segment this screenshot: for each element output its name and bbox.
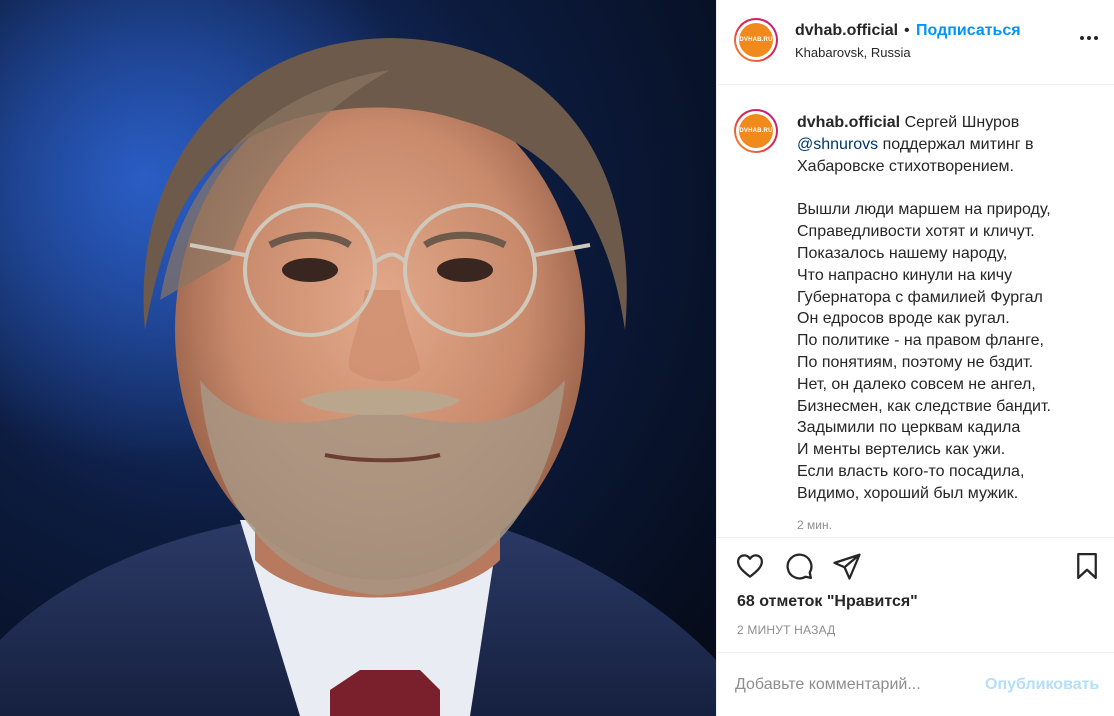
bookmark-icon[interactable] <box>1072 551 1102 581</box>
poem-line: Справедливости хотят и кличут. <box>797 223 1035 241</box>
poem-line: По политике - на правом фланге, <box>797 332 1044 350</box>
comment-input[interactable] <box>735 672 975 698</box>
post-date[interactable]: 2 МИНУТ НАЗАД <box>737 623 836 637</box>
poem-line: Видимо, хороший был мужик. <box>797 484 1019 502</box>
caption-intro: dvhab.official Сергей Шнуров @shnurovs п… <box>797 112 1097 177</box>
poem-line: Бизнесмен, как следствие бандит. <box>797 397 1051 415</box>
share-icon[interactable] <box>832 551 862 581</box>
follow-button[interactable]: Подписаться <box>916 22 1021 40</box>
poem-line: Вышли люди маршем на природу, <box>797 201 1051 219</box>
publish-button[interactable]: Опубликовать <box>985 676 1099 694</box>
heart-icon[interactable] <box>735 551 765 581</box>
poem-line: Если власть кого-то посадила, <box>797 462 1025 480</box>
location-link[interactable]: Khabarovsk, Russia <box>795 45 911 60</box>
likes-count[interactable]: 68 отметок "Нравится" <box>737 593 918 611</box>
caption: dvhab.official Сергей Шнуров @shnurovs п… <box>797 112 1097 505</box>
poem-line: Губернатора с фамилией Фургал <box>797 288 1043 306</box>
header-separator: • <box>904 22 910 39</box>
caption-avatar[interactable]: DVHAB.RU <box>734 109 778 153</box>
avatar-logo-text: DVHAB.RU <box>739 114 773 148</box>
header-username[interactable]: dvhab.official <box>795 22 898 40</box>
post-photo[interactable] <box>0 0 716 716</box>
poem-line: Задымили по церквам кадила <box>797 419 1021 437</box>
poem: Вышли люди маршем на природу, Справедлив… <box>797 199 1097 504</box>
poem-line: И менты вертелись как ужи. <box>797 441 1006 459</box>
poem-line: Нет, он далеко совсем не ангел, <box>797 375 1036 393</box>
comment-divider <box>717 652 1114 653</box>
avatar-logo-text: DVHAB.RU <box>739 23 773 57</box>
poem-line: Что напрасно кинули на кичу <box>797 266 1013 284</box>
portrait-image <box>0 0 716 716</box>
header-divider <box>717 84 1114 85</box>
more-horizontal-icon[interactable] <box>1077 26 1101 50</box>
poem-line: По понятиям, поэтому не бздит. <box>797 353 1034 371</box>
comment-icon[interactable] <box>784 551 814 581</box>
caption-timestamp[interactable]: 2 мин. <box>797 518 832 532</box>
poem-line: Показалось нашему народу, <box>797 244 1008 262</box>
caption-username[interactable]: dvhab.official <box>797 114 900 131</box>
post-side-panel: DVHAB.RU dvhab.official • Подписаться Kh… <box>716 0 1114 716</box>
caption-text-before-mention: Сергей Шнуров <box>900 114 1020 131</box>
poem-line: Он едросов вроде как ругал. <box>797 310 1010 328</box>
mention-link[interactable]: @shnurovs <box>797 136 878 153</box>
header-avatar[interactable]: DVHAB.RU <box>734 18 778 62</box>
actions-divider <box>717 537 1114 538</box>
